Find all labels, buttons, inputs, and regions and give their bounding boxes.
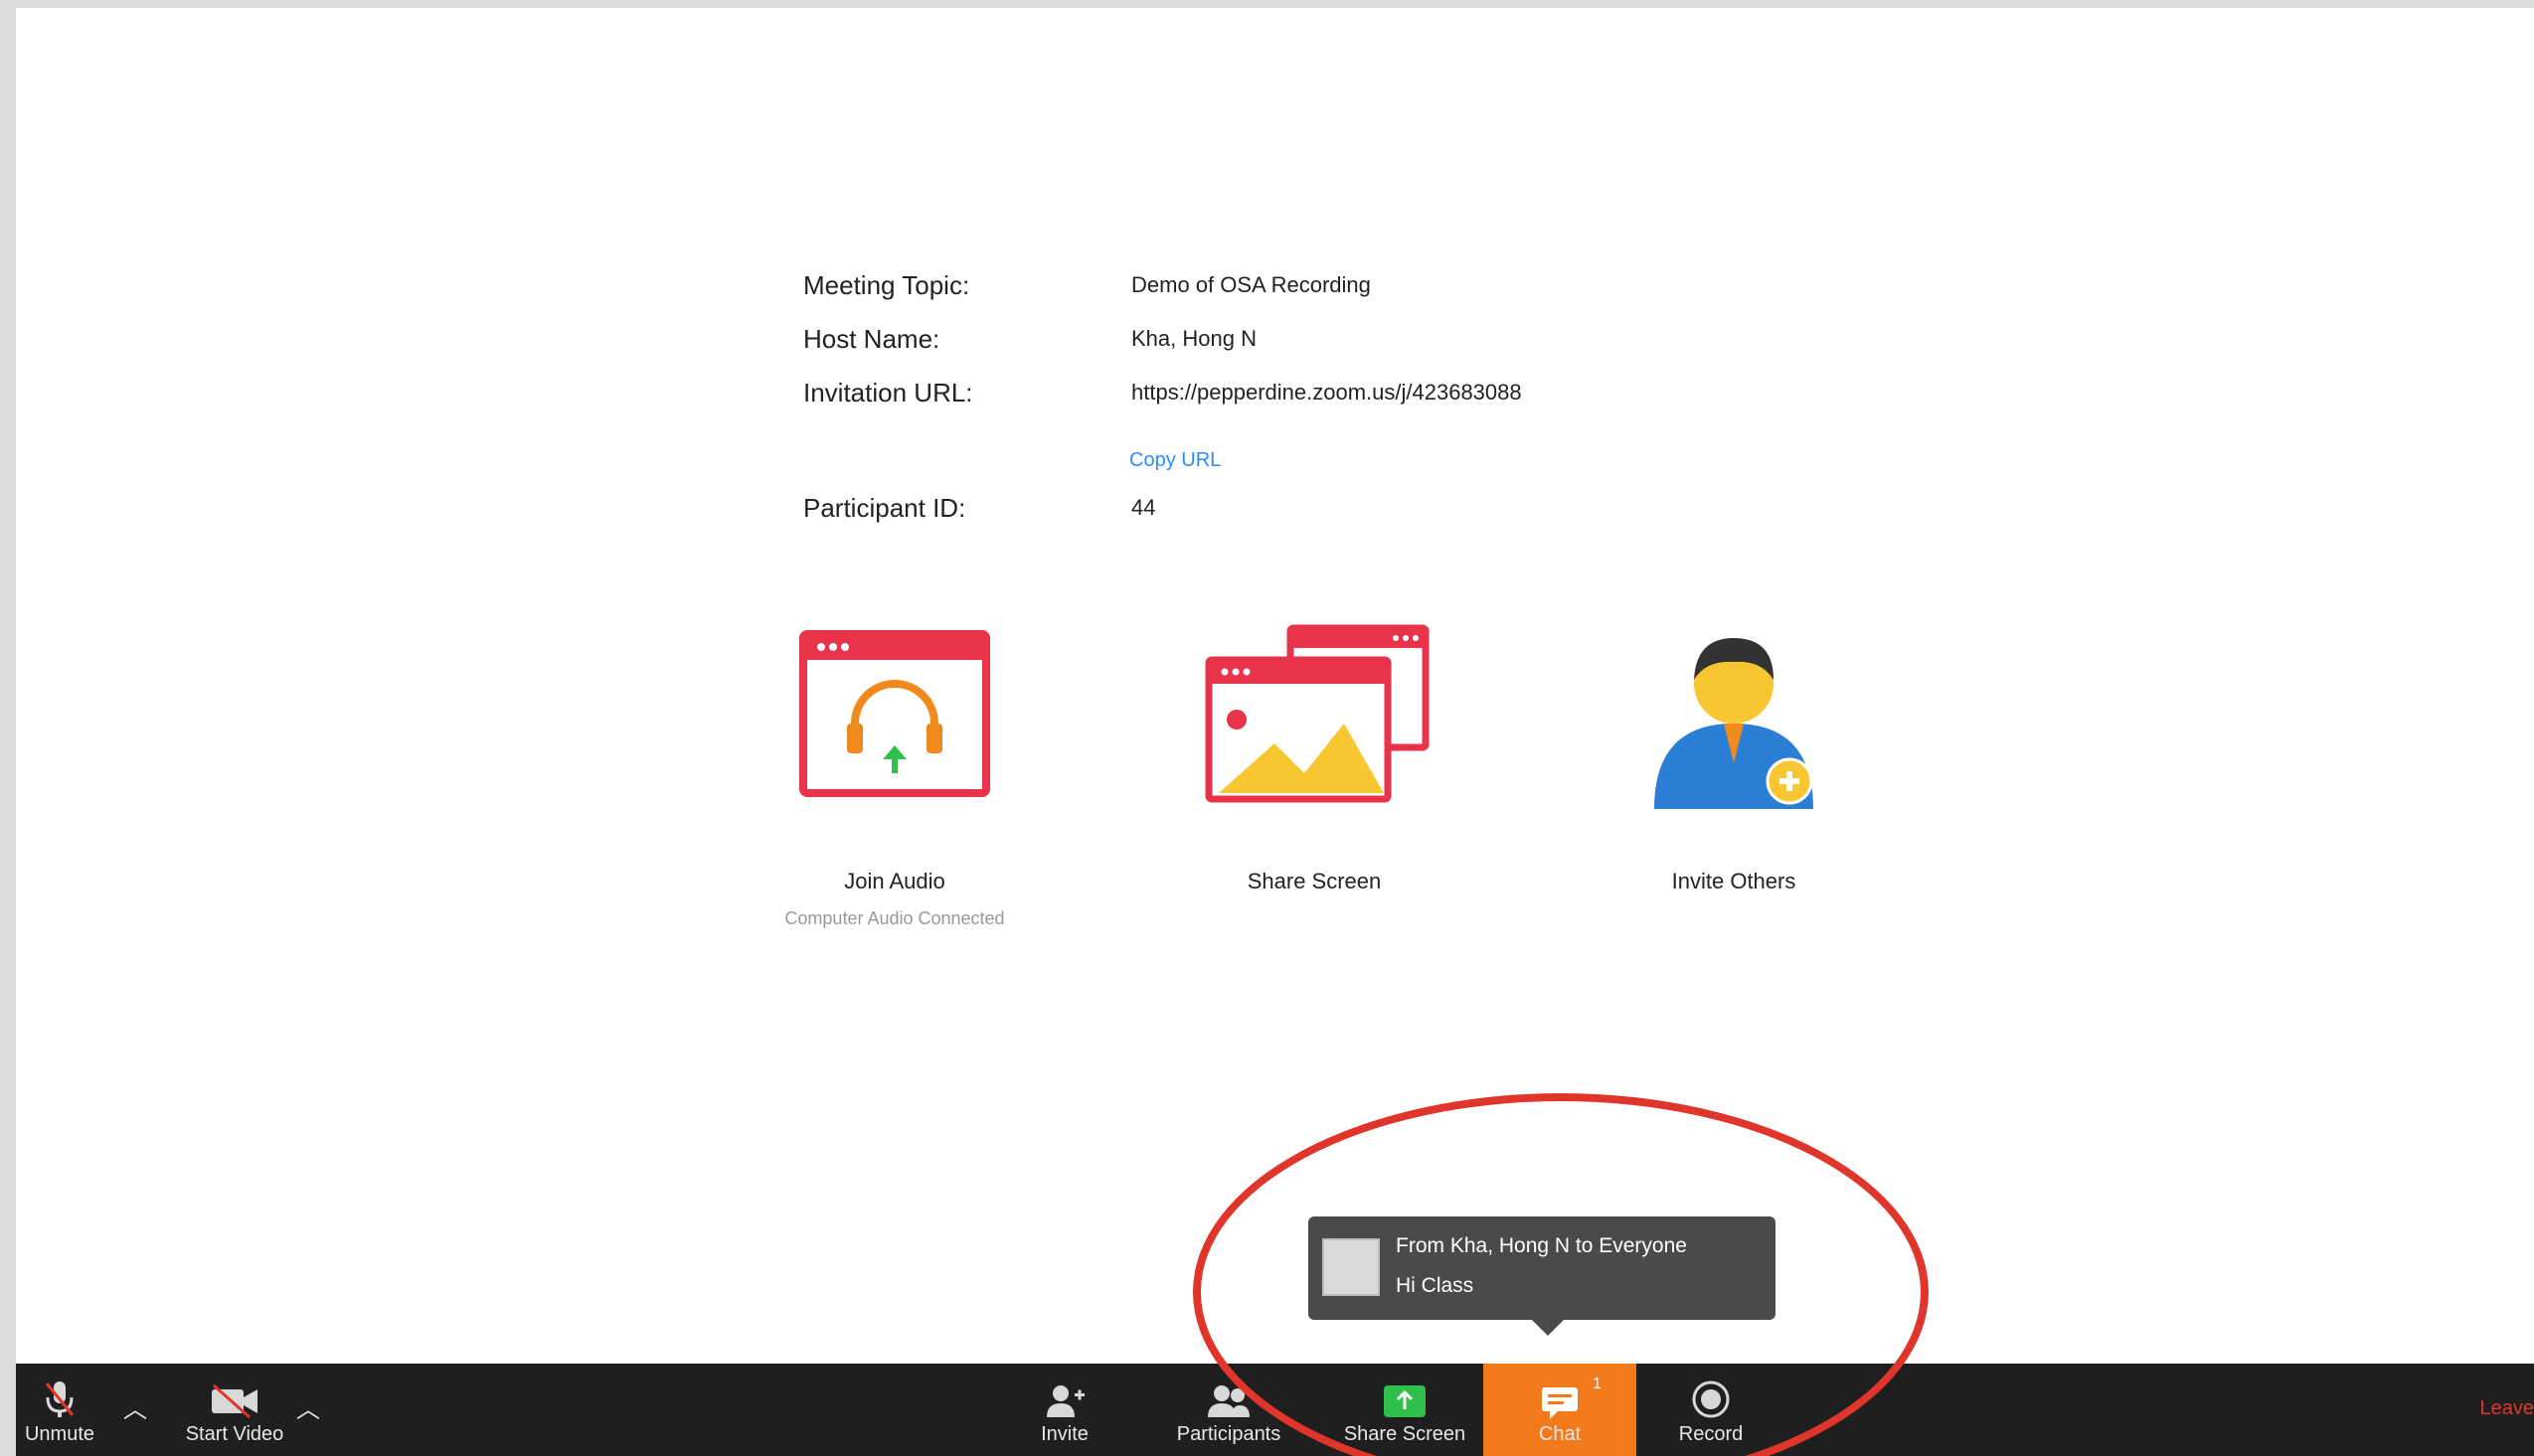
host-name-row: Host Name: Kha, Hong N <box>803 324 1797 364</box>
invitation-url-value: https://pepperdine.zoom.us/j/423683088 <box>1131 380 1522 404</box>
unmute-label: Unmute <box>24 1423 95 1445</box>
meeting-topic-row: Meeting Topic: Demo of OSA Recording <box>803 270 1797 310</box>
host-name-value: Kha, Hong N <box>1131 326 1257 351</box>
host-name-label: Host Name: <box>803 324 940 354</box>
meeting-topic-value: Demo of OSA Recording <box>1131 272 1371 297</box>
meeting-topic-label: Meeting Topic: <box>803 270 970 300</box>
invite-others-icon[interactable] <box>1585 614 1883 813</box>
audio-options-chevron-up-icon[interactable]: ︿ <box>123 1389 147 1424</box>
unmute-button[interactable]: Unmute <box>0 1364 119 1456</box>
start-video-label: Start Video <box>185 1423 284 1445</box>
leave-meeting-button[interactable]: Leave <box>2480 1397 2534 1420</box>
invitation-url-label: Invitation URL: <box>803 378 973 407</box>
share-screen-icon[interactable] <box>1165 614 1463 813</box>
video-options-chevron-up-icon[interactable]: ︿ <box>296 1389 320 1424</box>
invite-button[interactable]: Invite <box>1010 1364 1119 1456</box>
share-screen-label: Share Screen <box>1247 869 1382 893</box>
invite-others-action[interactable]: Invite Others <box>1585 614 1883 894</box>
join-audio-status: Computer Audio Connected <box>784 908 1005 928</box>
participant-id-label: Participant ID: <box>803 493 966 523</box>
share-screen-action[interactable]: Share Screen <box>1165 614 1463 894</box>
participant-id-value: 44 <box>1131 495 1156 520</box>
invitation-url-row: Invitation URL: https://pepperdine.zoom.… <box>803 378 1797 417</box>
microphone-muted-icon <box>0 1364 119 1419</box>
join-audio-label: Join Audio <box>844 869 945 893</box>
invite-label: Invite <box>1041 1423 1089 1445</box>
join-audio-icon[interactable] <box>746 614 1044 813</box>
participants-label: Participants <box>1176 1423 1281 1445</box>
participant-id-row: Participant ID: 44 <box>803 493 1797 533</box>
join-audio-action[interactable]: Join Audio Computer Audio Connected <box>746 614 1044 929</box>
start-video-button[interactable]: Start Video <box>155 1364 314 1456</box>
invite-others-label: Invite Others <box>1671 869 1796 893</box>
copy-url-link[interactable]: Copy URL <box>1129 449 1221 472</box>
video-camera-off-icon <box>155 1364 314 1419</box>
add-person-icon <box>1010 1364 1119 1419</box>
